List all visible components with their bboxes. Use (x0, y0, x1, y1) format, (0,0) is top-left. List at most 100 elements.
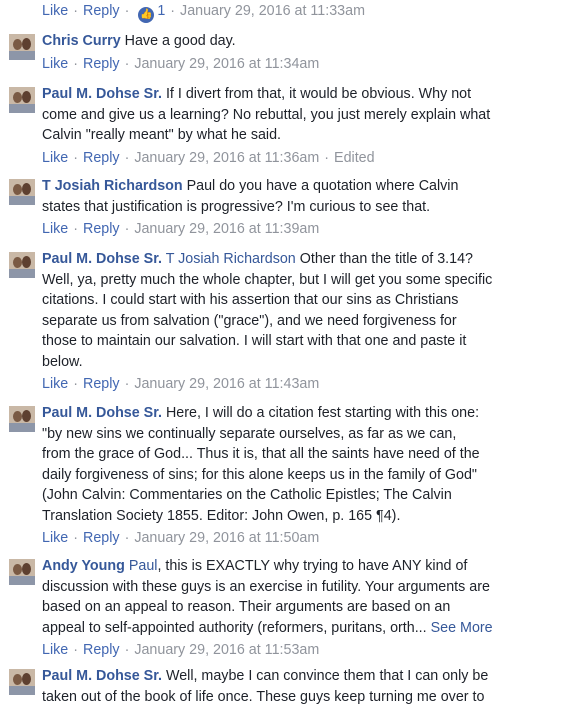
comment-text-line: Well, ya, pretty much the whole chapter,… (42, 270, 560, 291)
comment-text: daily forgiveness of sins; for this alon… (42, 466, 477, 483)
avatar[interactable] (9, 559, 35, 585)
separator-dot: · (73, 3, 78, 19)
comment-text: , this is EXACTLY why trying to have ANY… (157, 558, 468, 574)
comment-text: Translation Society 1855. Editor: John O… (42, 507, 401, 524)
reply-link[interactable]: Reply (83, 56, 120, 72)
comment-text: "by new sins we continually separate our… (42, 425, 457, 442)
like-link[interactable]: Like (42, 56, 68, 72)
comment-text: citations. I could start with his assert… (42, 292, 459, 308)
comment-text-line: Calvin "really meant" by what he said. (42, 125, 560, 146)
comment-actions: Like · Reply · January 29, 2016 at 11:39am (42, 219, 319, 239)
comment-actions: Like · Reply · January 29, 2016 at 11:50am (42, 528, 319, 548)
comment-text-line: discussion with these guys is an exercis… (42, 577, 560, 598)
reply-link[interactable]: Reply (83, 3, 120, 19)
comment-text-line: based on an appeal to reason. Their argu… (42, 597, 560, 618)
mention-link[interactable]: Paul (129, 558, 158, 574)
comment-body: Paul M. Dohse Sr. Well, maybe I can conv… (42, 666, 560, 707)
comment-text-line: Paul M. Dohse Sr. If I divert from that,… (42, 84, 560, 105)
timestamp[interactable]: January 29, 2016 at 11:33am (180, 3, 365, 19)
comment-text: those to maintain our salvation. I will … (42, 333, 467, 349)
separator-dot: · (124, 55, 130, 72)
like-link[interactable]: Like (42, 376, 68, 392)
comment-text: appeal to self-appointed authority (refo… (42, 619, 427, 636)
separator-dot: · (124, 221, 130, 237)
comment-text-line: those to maintain our salvation. I will … (42, 331, 560, 352)
comment-text: separate us from salvation ("grace"), an… (42, 312, 457, 329)
separator-dot: · (124, 376, 130, 392)
comment-text: Well, maybe I can convince them that I c… (165, 668, 489, 684)
separator-dot: · (324, 149, 330, 166)
comment-author[interactable]: Paul M. Dohse Sr. (42, 405, 162, 421)
comment-text-line: T Josiah Richardson Paul do you have a q… (42, 176, 560, 197)
thumbs-up-icon[interactable]: 👍 (138, 7, 155, 23)
comment-text-line: below. (42, 352, 560, 373)
comment-author[interactable]: Paul M. Dohse Sr. (42, 668, 162, 684)
comment-text-line: "by new sins we continually separate our… (42, 424, 560, 445)
separator-dot: · (124, 642, 130, 658)
like-link[interactable]: Like (42, 3, 68, 19)
comment-text: states that justification is progressive… (42, 198, 431, 215)
comment-body: Paul M. Dohse Sr. If I divert from that,… (42, 84, 560, 146)
comment-text-line: appeal to self-appointed authority (refo… (42, 618, 560, 639)
edited-label[interactable]: Edited (334, 150, 375, 166)
separator-dot: · (124, 3, 130, 19)
like-count[interactable]: 1 (154, 3, 165, 19)
comment-text: discussion with these guys is an exercis… (42, 578, 490, 595)
top-action-row: Like · Reply · 👍 1 · January 29, 2016 at 11:33a… (42, 1, 365, 23)
comment-author[interactable]: Paul M. Dohse Sr. (42, 86, 162, 102)
comment-text: Paul do you have a quotation where Calvi… (186, 178, 459, 194)
comment-author[interactable]: Paul M. Dohse Sr. (42, 251, 162, 267)
separator-dot: · (170, 3, 176, 19)
comment-text-line: taken out of the book of life once. Thes… (42, 687, 560, 708)
avatar[interactable] (9, 406, 35, 432)
comment-text-line: from the grace of God... Thus it is, tha… (42, 444, 560, 465)
comment-text-line: Paul M. Dohse Sr. Well, maybe I can conv… (42, 666, 560, 687)
timestamp[interactable]: January 29, 2016 at 11:43am (134, 376, 319, 392)
comment-author[interactable]: T Josiah Richardson (42, 178, 183, 194)
comment-text-line: come and give us a learning? No rebuttal… (42, 105, 560, 126)
timestamp[interactable]: January 29, 2016 at 11:53am (134, 642, 319, 658)
like-link[interactable]: Like (42, 530, 68, 546)
comment-text: taken out of the book of life once. Thes… (42, 688, 485, 705)
comment-actions: Like · Reply · January 29, 2016 at 11:36am · E… (42, 148, 375, 168)
reply-link[interactable]: Reply (83, 530, 120, 546)
comment-body: T Josiah Richardson Paul do you have a q… (42, 176, 560, 217)
timestamp[interactable]: January 29, 2016 at 11:50am (134, 530, 319, 546)
comment-text-line: daily forgiveness of sins; for this alon… (42, 465, 560, 486)
comment-text-line: Chris Curry Have a good day. (42, 31, 560, 52)
avatar[interactable] (9, 87, 35, 113)
comment-body: Paul M. Dohse Sr. Here, I will do a cita… (42, 403, 560, 526)
comment-author[interactable]: Andy Young (42, 558, 125, 574)
like-link[interactable]: Like (42, 150, 68, 166)
avatar[interactable] (9, 669, 35, 695)
reply-link[interactable]: Reply (83, 221, 120, 237)
reply-link[interactable]: Reply (83, 376, 120, 392)
mention-link[interactable]: T Josiah Richardson (166, 251, 296, 267)
comment-text: come and give us a learning? No rebuttal… (42, 106, 491, 123)
comment-text: Here, I will do a citation fest starting… (165, 405, 480, 421)
separator-dot: · (73, 530, 78, 546)
timestamp[interactable]: January 29, 2016 at 11:36am (134, 150, 319, 166)
timestamp[interactable]: January 29, 2016 at 11:34am (134, 56, 319, 72)
avatar[interactable] (9, 252, 35, 278)
avatar[interactable] (9, 34, 35, 60)
comment-text-line: Paul M. Dohse Sr. Here, I will do a cita… (42, 403, 560, 424)
comment-text: Well, ya, pretty much the whole chapter,… (42, 271, 493, 288)
comment-text: Calvin "really meant" by what he said. (42, 127, 282, 143)
like-link[interactable]: Like (42, 221, 68, 237)
like-link[interactable]: Like (42, 642, 68, 658)
comment-body: Chris Curry Have a good day. (42, 31, 560, 52)
comment-text: based on an appeal to reason. Their argu… (42, 599, 451, 615)
reply-link[interactable]: Reply (83, 642, 120, 658)
comment-text: Other than the title of 3.14? (299, 251, 474, 267)
comment-author[interactable]: Chris Curry (42, 33, 121, 49)
reply-link[interactable]: Reply (83, 150, 120, 166)
separator-dot: · (73, 642, 78, 658)
comment-text-line: Paul M. Dohse Sr. T Josiah Richardson Ot… (42, 249, 560, 270)
separator-dot: · (73, 149, 78, 166)
separator-dot: · (124, 149, 130, 166)
see-more-link[interactable]: See More (431, 620, 493, 636)
comment-text-line: Translation Society 1855. Editor: John O… (42, 506, 560, 527)
avatar[interactable] (9, 179, 35, 205)
timestamp[interactable]: January 29, 2016 at 11:39am (134, 221, 319, 237)
